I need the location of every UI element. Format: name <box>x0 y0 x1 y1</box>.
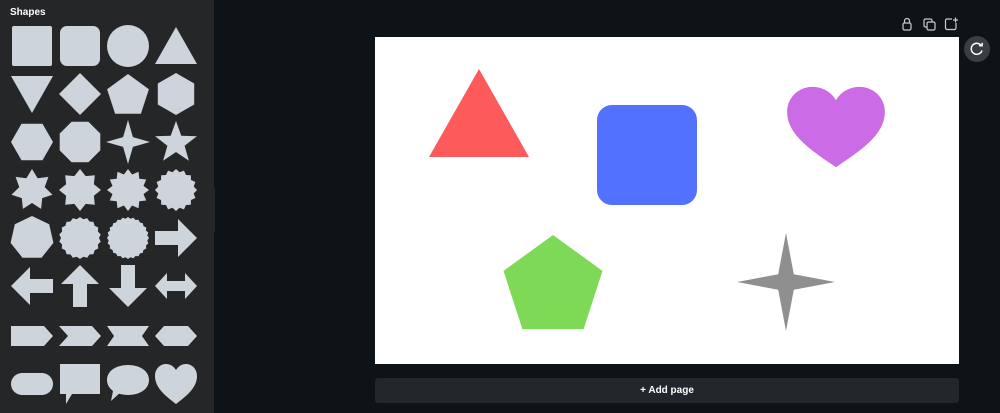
shape-star-7[interactable] <box>8 166 56 214</box>
canvas-artwork <box>429 69 885 331</box>
arrow-right-icon <box>155 219 197 257</box>
shape-burst-16[interactable] <box>152 166 200 214</box>
triangle-icon <box>155 27 197 64</box>
canvas-pentagon[interactable] <box>503 235 603 330</box>
canvas-triangle[interactable] <box>429 69 529 157</box>
canvas-star-4[interactable] <box>737 233 835 331</box>
hexagon-icon <box>157 73 195 115</box>
shape-pentagon-tag[interactable] <box>8 312 56 360</box>
arrow-left-icon <box>11 267 53 305</box>
shape-pill[interactable] <box>8 360 56 408</box>
shape-pentagon[interactable] <box>104 70 152 118</box>
scallop-circle-fine-icon <box>107 217 149 259</box>
shape-speech-bubble-rect[interactable] <box>56 360 104 408</box>
refresh-icon <box>970 42 984 56</box>
shape-arrow-up[interactable] <box>56 262 104 310</box>
shape-arrow-left[interactable] <box>8 262 56 310</box>
triangle-down-icon <box>11 76 53 113</box>
shape-star-4[interactable] <box>104 118 152 166</box>
shape-scallop-circle[interactable] <box>56 214 104 262</box>
burst-8-icon <box>59 169 101 211</box>
diamond-icon <box>59 73 101 115</box>
shape-burst-8[interactable] <box>56 166 104 214</box>
shape-scallop-circle-fine[interactable] <box>104 214 152 262</box>
canvas-rounded-square[interactable] <box>597 105 697 205</box>
star-7-icon <box>11 169 53 209</box>
rounded-square-icon <box>60 26 100 66</box>
square-icon <box>12 26 52 66</box>
shape-triangle[interactable] <box>152 22 200 70</box>
shape-heart[interactable] <box>152 360 200 408</box>
star-5-icon <box>155 121 197 161</box>
add-page-icon <box>944 17 958 31</box>
scallop-circle-icon <box>59 217 101 259</box>
shape-diamond[interactable] <box>56 70 104 118</box>
shape-hexagon-flat[interactable] <box>8 118 56 166</box>
canvas-heart[interactable] <box>787 86 885 168</box>
design-canvas[interactable] <box>375 37 959 364</box>
circle-icon <box>107 25 149 67</box>
heptagon-icon <box>10 216 54 258</box>
add-page-button[interactable]: + Add page <box>375 378 959 403</box>
shape-circle[interactable] <box>104 22 152 70</box>
shape-ribbon-banner[interactable] <box>104 312 152 360</box>
duplicate-button[interactable] <box>921 16 937 32</box>
hexagon-long-icon <box>155 326 197 346</box>
arrow-down-icon <box>109 265 147 307</box>
hexagon-flat-icon <box>11 123 53 161</box>
shape-octagon[interactable] <box>56 118 104 166</box>
shape-chevron[interactable] <box>56 312 104 360</box>
shape-square[interactable] <box>8 22 56 70</box>
shape-triangle-down[interactable] <box>8 70 56 118</box>
octagon-icon <box>59 121 101 163</box>
shape-arrow-left-right[interactable] <box>152 262 200 310</box>
heart-icon <box>155 364 197 404</box>
shape-rounded-square[interactable] <box>56 22 104 70</box>
shape-speech-bubble-round[interactable] <box>104 360 152 408</box>
pentagon-icon <box>107 74 149 114</box>
shape-heptagon[interactable] <box>8 214 56 262</box>
pill-icon <box>11 373 53 395</box>
lock-icon <box>902 17 912 31</box>
shape-star-5[interactable] <box>152 118 200 166</box>
chevron-icon <box>59 326 101 346</box>
shape-arrow-down[interactable] <box>104 262 152 310</box>
lock-button[interactable] <box>899 16 915 32</box>
burst-12-icon <box>107 169 149 211</box>
shape-burst-12[interactable] <box>104 166 152 214</box>
shapes-grid <box>0 0 214 413</box>
speech-bubble-rect-icon <box>60 364 100 404</box>
pentagon-tag-icon <box>11 326 53 346</box>
regenerate-button[interactable] <box>964 36 990 62</box>
shapes-panel: Shapes <box>0 0 214 413</box>
arrow-left-right-icon <box>155 273 197 299</box>
shape-hexagon[interactable] <box>152 70 200 118</box>
star-4-icon <box>106 120 150 164</box>
add-page-icon-button[interactable] <box>943 16 959 32</box>
ribbon-banner-icon <box>107 326 149 346</box>
duplicate-icon <box>923 18 936 31</box>
speech-bubble-round-icon <box>107 365 149 401</box>
shape-arrow-right[interactable] <box>152 214 200 262</box>
shape-hexagon-long[interactable] <box>152 312 200 360</box>
burst-16-icon <box>155 169 197 211</box>
arrow-up-icon <box>61 265 99 307</box>
